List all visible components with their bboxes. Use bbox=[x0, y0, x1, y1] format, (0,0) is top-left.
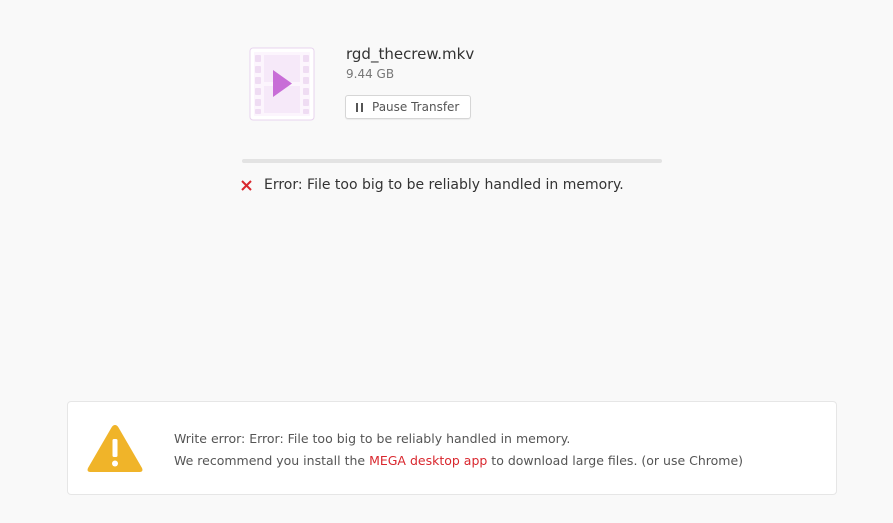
mega-desktop-app-link[interactable]: MEGA desktop app bbox=[369, 453, 487, 468]
pause-transfer-label: Pause Transfer bbox=[372, 100, 460, 114]
warning-line-2-prefix: We recommend you install the bbox=[174, 453, 370, 468]
warning-line-2: We recommend you install the MEGA deskto… bbox=[174, 450, 743, 472]
close-icon bbox=[241, 179, 252, 191]
video-file-icon bbox=[249, 47, 315, 121]
transfer-progress-bar bbox=[242, 159, 662, 163]
pause-transfer-button[interactable]: Pause Transfer bbox=[345, 95, 471, 119]
warning-line-2-suffix: to download large files. (or use Chrome) bbox=[487, 453, 744, 468]
pause-icon bbox=[356, 102, 363, 112]
warning-panel: Write error: Error: File too big to be r… bbox=[67, 401, 837, 495]
error-text: Error: File too big to be reliably handl… bbox=[264, 177, 624, 193]
warning-line-1: Write error: Error: File too big to be r… bbox=[174, 431, 571, 446]
error-message: Error: File too big to be reliably handl… bbox=[241, 177, 624, 193]
file-name: rgd_thecrew.mkv bbox=[346, 45, 475, 63]
warning-text: Write error: Error: File too big to be r… bbox=[174, 428, 743, 472]
warning-icon bbox=[87, 425, 143, 472]
file-size: 9.44 GB bbox=[346, 67, 395, 81]
